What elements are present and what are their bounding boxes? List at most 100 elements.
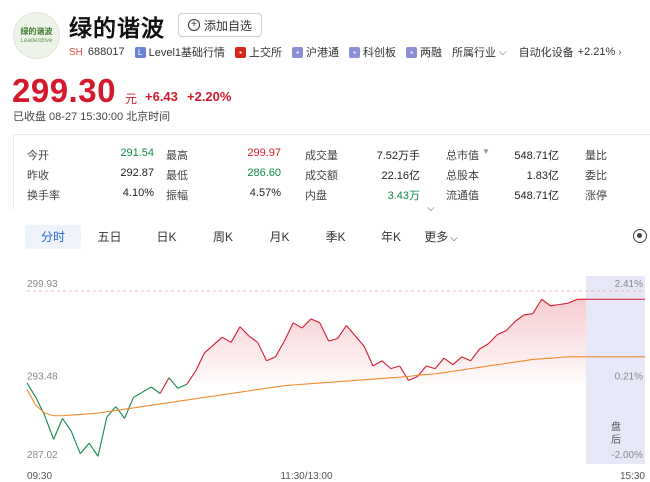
stat-label-open: 今开: [27, 150, 49, 162]
stat-value-total-shares: 1.83亿: [526, 170, 559, 182]
margin-icon: ▪: [406, 46, 418, 58]
stat-value-float-cap: 548.71亿: [514, 190, 559, 202]
stats-panel: 今开 291.54 最高 299.97 成交量 7.52万手 总市值 ▼ 548…: [13, 134, 650, 210]
stat-label-order-ratio: 委比: [585, 170, 607, 182]
board-tag[interactable]: ▪ 科创板: [349, 44, 396, 60]
connect-icon: ▪: [292, 46, 304, 58]
price-line-segment: [150, 386, 161, 394]
price-line-segment: [62, 418, 72, 432]
intraday-chart-svg: 299.93 293.48 287.02 2.41% 0.21% -2.00% 盘后 09:3…: [26, 276, 645, 482]
expand-chevron-icon[interactable]: ⌵: [427, 203, 435, 214]
stat-label-volume-ratio: 量比: [585, 150, 607, 162]
stat-value-prev-close: 292.87: [120, 167, 154, 179]
chevron-down-icon: ⌵: [499, 46, 507, 58]
board-icon: ▪: [349, 46, 361, 58]
chevron-right-icon: ›: [618, 46, 622, 58]
y-left-tick-label: 287.02: [27, 450, 58, 461]
stat-label-low: 最低: [166, 170, 188, 182]
sector-label: 自动化设备: [518, 47, 574, 59]
stat-value-high: 299.97: [247, 147, 281, 159]
margin-label: 两融: [420, 47, 443, 59]
tab-yearly-k[interactable]: 年K: [363, 225, 419, 249]
plus-icon: +: [188, 19, 200, 31]
price-line-segment: [142, 386, 152, 393]
price-line-segment: [44, 415, 55, 440]
stat-label-limit-up: 涨停: [585, 190, 607, 202]
logo-english-text: Leaderdrive: [20, 37, 53, 44]
stat-label-amplitude: 振幅: [166, 190, 188, 202]
exchange-label: 上交所: [249, 47, 283, 59]
chart-tabs: 分时 五日 日K 周K 月K 季K 年K 更多 ⌵: [25, 225, 463, 249]
price-line-segment: [97, 416, 108, 457]
y-right-tick-label: -2.00%: [611, 450, 643, 461]
exchange-icon: ▪: [235, 46, 247, 58]
chart-settings-icon[interactable]: [633, 229, 647, 243]
price-line-segment: [115, 406, 126, 419]
add-watchlist-label: 添加自选: [204, 18, 253, 33]
level1-tag[interactable]: L Level1基础行情: [134, 44, 226, 60]
stat-value-market-cap: 548.71亿: [514, 150, 559, 162]
price-line-segment: [159, 377, 170, 394]
connect-tag[interactable]: ▪ 沪港通: [292, 44, 339, 60]
stat-label-turnover: 成交额: [305, 170, 338, 182]
exchange-tag[interactable]: ▪ 上交所: [235, 44, 282, 60]
level1-icon: L: [134, 46, 146, 58]
stock-code: 688017: [87, 46, 125, 58]
price-line-segment: [177, 383, 187, 389]
price-line-segment: [88, 442, 99, 457]
stat-label-high: 最高: [166, 150, 188, 162]
tab-intraday[interactable]: 分时: [25, 225, 81, 249]
price-line-segment: [133, 391, 143, 398]
caret-down-icon[interactable]: ▼: [482, 147, 490, 156]
company-logo: 绿的谐波 Leaderdrive: [13, 12, 60, 59]
stat-value-turnover-rate: 4.10%: [122, 187, 154, 199]
add-watchlist-button[interactable]: + 添加自选: [178, 13, 263, 37]
tab-daily-k[interactable]: 日K: [138, 225, 195, 249]
stat-value-volume: 7.52万手: [376, 150, 420, 162]
stock-tags: SH 688017 L Level1基础行情 ▪ 上交所 ▪ 沪港通 ▪ 科创板 ▪ 两融…: [69, 44, 632, 60]
industry-dropdown[interactable]: 所属行业 ⌵: [452, 44, 507, 60]
tab-more-label: 更多: [424, 230, 449, 244]
y-right-tick-label: 2.41%: [615, 279, 643, 290]
price-unit: 元: [125, 92, 138, 106]
margin-tag[interactable]: ▪ 两融: [406, 44, 442, 60]
logo-chinese-text: 绿的谐波: [20, 26, 53, 36]
board-label: 科创板: [363, 47, 397, 59]
stat-label-turnover-rate: 换手率: [27, 190, 60, 202]
after-hours-label: 后: [611, 434, 621, 446]
last-price: 299.30: [12, 72, 116, 109]
stat-value-inner-volume: 3.43万: [387, 190, 420, 202]
market-code: SH: [69, 46, 83, 58]
stat-label-total-shares: 总股本: [446, 170, 479, 182]
stat-label-float-cap: 流通值: [446, 190, 479, 202]
market-status: 已收盘 08-27 15:30:00 北京时间: [13, 111, 171, 123]
price-area-fill: [27, 299, 586, 384]
tab-five-day[interactable]: 五日: [81, 225, 138, 249]
chevron-down-icon: ⌵: [450, 233, 458, 244]
industry-label: 所属行业: [452, 47, 497, 59]
price-line-segment: [53, 418, 63, 440]
stock-name: 绿的谐波: [69, 15, 165, 41]
x-tick-label: 09:30: [27, 471, 52, 482]
stat-value-low: 286.60: [247, 167, 281, 179]
x-tick-label: 11:30/13:00: [280, 471, 333, 482]
tab-quarterly-k[interactable]: 季K: [308, 225, 363, 249]
after-hours-label: 盘: [611, 420, 621, 433]
connect-label: 沪港通: [306, 47, 340, 59]
stat-label-volume: 成交量: [305, 150, 338, 162]
sector-change: +2.21%: [577, 46, 616, 58]
sector-link[interactable]: 自动化设备 +2.21% ›: [519, 44, 622, 60]
level1-label: Level1基础行情: [148, 47, 226, 59]
stat-label-inner-volume: 内盘: [305, 190, 327, 202]
tab-monthly-k[interactable]: 月K: [251, 225, 308, 249]
stat-value-open: 291.54: [120, 147, 154, 159]
stat-label-market-cap: 总市值: [446, 150, 479, 162]
price-change: +6.43: [145, 89, 178, 104]
stat-label-prev-close: 昨收: [27, 170, 49, 182]
x-tick-label: 15:30: [620, 471, 645, 482]
price-change-percent: +2.20%: [187, 89, 232, 104]
price-line-segment: [26, 382, 37, 398]
price-line-segment: [79, 442, 90, 455]
tab-weekly-k[interactable]: 周K: [195, 225, 251, 249]
tab-more[interactable]: 更多 ⌵: [419, 225, 463, 249]
